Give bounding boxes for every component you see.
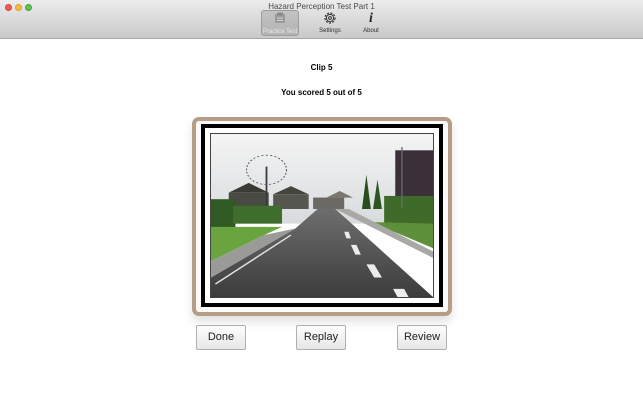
clip-title: Clip 5	[310, 63, 333, 72]
toolbar-practice-test[interactable]: Practice Test	[261, 10, 299, 36]
toolbar-settings-label: Settings	[319, 28, 341, 34]
toolbar-about-label: About	[363, 28, 379, 34]
clip-mat	[201, 124, 443, 307]
gear-icon	[311, 10, 349, 28]
info-icon: i	[369, 11, 373, 26]
toolbar-settings[interactable]: Settings	[311, 10, 349, 36]
clip-frame	[192, 117, 452, 316]
clip-thumbnail	[210, 133, 434, 298]
practice-test-icon	[262, 11, 298, 29]
window-titlebar: Hazard Perception Test Part 1 Practice T…	[0, 0, 643, 39]
review-button[interactable]: Review	[397, 325, 447, 350]
score-text: You scored 5 out of 5	[281, 88, 362, 97]
toolbar-about[interactable]: i About	[352, 10, 390, 36]
done-button[interactable]: Done	[196, 325, 246, 350]
replay-button[interactable]: Replay	[296, 325, 346, 350]
toolbar-practice-test-label: Practice Test	[262, 29, 298, 35]
